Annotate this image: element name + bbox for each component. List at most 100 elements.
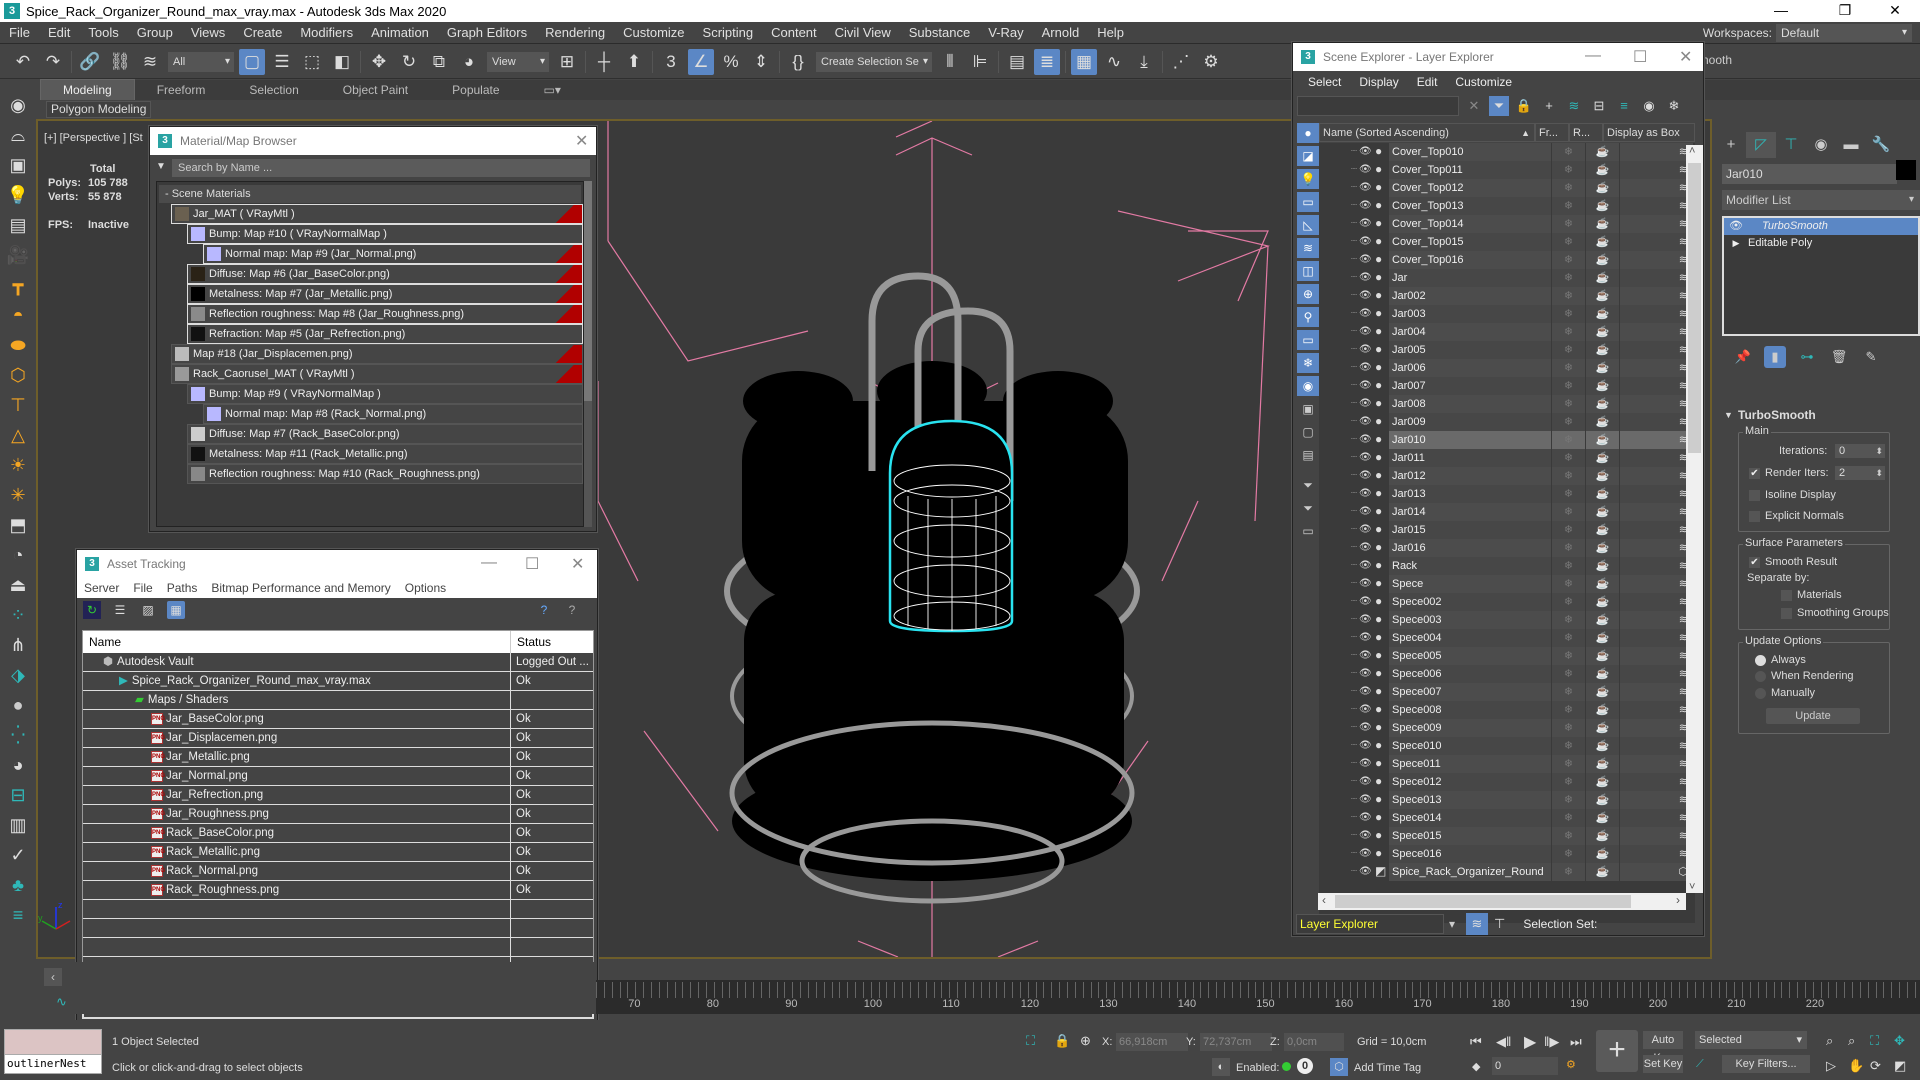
display-as-box-icon[interactable]: ≋ <box>1619 611 1693 629</box>
clear-filter-icon[interactable]: ✕ <box>1464 96 1484 116</box>
context-help-icon[interactable]: ? <box>563 601 581 619</box>
renderable-teapot-icon[interactable]: ☕ <box>1585 161 1619 179</box>
refresh-icon[interactable]: ↻ <box>83 601 101 619</box>
display-as-box-icon[interactable]: ≋ <box>1619 449 1693 467</box>
timeline-ruler[interactable]: 70 80 90 100 110 120 130 140 150 160 170 180 190 200 2… <box>596 980 1920 1014</box>
scale-icon[interactable]: ⧉ <box>426 49 452 75</box>
close-icon[interactable]: ✕ <box>575 131 588 151</box>
ribbon-tab-populate[interactable]: Populate <box>430 80 521 100</box>
visibility-eye-icon[interactable]: 👁 <box>1359 791 1375 809</box>
scene-object-row[interactable]: ┈ 👁 ● Spece008 ❄ ☕ ≋ <box>1319 701 1695 719</box>
collapse-icon[interactable]: ▼ <box>1724 410 1733 420</box>
add-time-tag-label[interactable]: Add Time Tag <box>1354 1062 1421 1074</box>
minimize-icon[interactable]: — <box>1585 47 1601 65</box>
restore-button[interactable]: ❐ <box>1822 0 1868 22</box>
isoline-display-checkbox[interactable] <box>1749 490 1760 501</box>
visibility-eye-icon[interactable]: 👁 <box>1359 647 1375 665</box>
scene-list-horizontal-scrollbar[interactable]: ‹ › <box>1318 893 1686 910</box>
vray-instancer-icon[interactable]: ⁘ <box>0 600 36 630</box>
asset-row[interactable]: ▶ Spice_Rack_Organizer_Round_max_vray.max… <box>83 672 593 691</box>
asset-row[interactable] <box>83 919 593 938</box>
unlink-icon[interactable]: ⛓ <box>107 49 133 75</box>
scene-object-row[interactable]: ┈ 👁 ● Spece002 ❄ ☕ ≋ <box>1319 593 1695 611</box>
display-as-box-icon[interactable]: ≋ <box>1619 809 1693 827</box>
freeze-icon[interactable]: ❄ <box>1551 485 1585 503</box>
vray-sun-icon[interactable]: ☀ <box>0 450 36 480</box>
show-end-result-icon[interactable]: ▮ <box>1764 346 1786 368</box>
display-as-box-icon[interactable]: ≋ <box>1619 161 1693 179</box>
filter-xrefs-icon[interactable]: ⊕ <box>1297 284 1319 304</box>
menu-content[interactable]: Content <box>762 22 826 44</box>
filter-hidden-icon[interactable]: ◉ <box>1297 376 1319 396</box>
display-as-box-icon[interactable]: ≋ <box>1619 557 1693 575</box>
visibility-eye-icon[interactable]: 👁 <box>1359 521 1375 539</box>
freeze-icon[interactable]: ❄ <box>1551 683 1585 701</box>
menu-tools[interactable]: Tools <box>79 22 127 44</box>
scene-object-row[interactable]: ┈ 👁 ● Cover_Top013 ❄ ☕ ≋ <box>1319 197 1695 215</box>
material-item[interactable]: Rack_Caorusel_MAT ( VRayMtl ) <box>171 364 583 384</box>
renderable-teapot-icon[interactable]: ☕ <box>1585 737 1619 755</box>
material-item[interactable]: Normal map: Map #9 (Jar_Normal.png) <box>203 244 583 264</box>
material-item[interactable]: Reflection roughness: Map #10 (Rack_Roug… <box>187 464 583 484</box>
stack-item-turbosmooth[interactable]: 👁 TurboSmooth <box>1724 218 1918 235</box>
filter-funnel-icon[interactable]: ⏷ <box>1297 475 1319 495</box>
asset-row[interactable]: PNG Rack_BaseColor.png Ok <box>83 824 593 843</box>
scene-object-row[interactable]: ┈ 👁 ● Cover_Top011 ❄ ☕ ≋ <box>1319 161 1695 179</box>
maximize-viewport-icon[interactable]: ◩ <box>1894 1058 1906 1074</box>
hierarchy-tab-icon[interactable]: ⊤ <box>1776 132 1806 158</box>
zoom-extents-all-icon[interactable]: ✥ <box>1894 1033 1905 1049</box>
renderable-teapot-icon[interactable]: ☕ <box>1585 665 1619 683</box>
set-key-button[interactable]: Set Key <box>1643 1055 1683 1073</box>
col-freeze-header[interactable]: Fr... <box>1535 123 1569 142</box>
menu-scripting[interactable]: Scripting <box>694 22 763 44</box>
visibility-eye-icon[interactable]: 👁 <box>1359 611 1375 629</box>
scene-object-row[interactable]: ┈ 👁 ● Cover_Top015 ❄ ☕ ≋ <box>1319 233 1695 251</box>
asset-row[interactable]: ⬢ Autodesk Vault Logged Out ... <box>83 653 593 672</box>
freeze-icon[interactable]: ❄ <box>1551 647 1585 665</box>
visibility-eye-icon[interactable]: 👁 <box>1359 575 1375 593</box>
freeze-icon[interactable]: ❄ <box>1551 575 1585 593</box>
object-color-swatch[interactable] <box>1896 160 1916 180</box>
stack-item-editable-poly[interactable]: ▶ Editable Poly <box>1724 235 1918 252</box>
asset-row[interactable] <box>83 900 593 919</box>
freeze-icon[interactable]: ❄ <box>1551 521 1585 539</box>
renderable-teapot-icon[interactable]: ☕ <box>1585 773 1619 791</box>
redo-icon[interactable]: ↷ <box>40 49 66 75</box>
scrollbar-thumb[interactable] <box>584 181 592 401</box>
scene-object-row[interactable]: ┈ 👁 ● Spece010 ❄ ☕ ≋ <box>1319 737 1695 755</box>
set-keys-icon[interactable]: + <box>1596 1030 1638 1072</box>
scene-object-row[interactable]: ┈ 👁 ● Jar015 ❄ ☕ ≋ <box>1319 521 1695 539</box>
display-as-box-icon[interactable]: ≋ <box>1619 845 1693 863</box>
scene-object-row[interactable]: ┈ 👁 ● Jar012 ❄ ☕ ≋ <box>1319 467 1695 485</box>
col-name-header[interactable]: Name (Sorted Ascending) ▲ <box>1319 123 1535 142</box>
freeze-icon[interactable]: ❄ <box>1551 251 1585 269</box>
scene-object-row[interactable]: ┈ 👁 ● Cover_Top010 ❄ ☕ ≋ <box>1319 143 1695 161</box>
toggle-ribbon-icon[interactable]: ▦ <box>1071 48 1097 75</box>
scene-object-row[interactable]: ┈ 👁 ● Cover_Top014 ❄ ☕ ≋ <box>1319 215 1695 233</box>
close-icon[interactable]: ✕ <box>1679 47 1692 67</box>
scene-object-row[interactable]: ┈ 👁 ● Spece013 ❄ ☕ ≋ <box>1319 791 1695 809</box>
vray-ambient-light-icon[interactable]: △ <box>0 420 36 450</box>
menu-vray[interactable]: V-Ray <box>979 22 1032 44</box>
configure-modifier-sets-icon[interactable]: ✎ <box>1860 346 1882 368</box>
visibility-eye-icon[interactable]: 👁 <box>1359 161 1375 179</box>
visibility-eye-icon[interactable]: 👁 <box>1359 665 1375 683</box>
visibility-eye-icon[interactable]: 👁 <box>1359 449 1375 467</box>
renderable-teapot-icon[interactable]: ☕ <box>1585 305 1619 323</box>
display-as-box-icon[interactable]: ≋ <box>1619 467 1693 485</box>
scene-object-row[interactable]: ┈ 👁 ● Spece009 ❄ ☕ ≋ <box>1319 719 1695 737</box>
scene-object-row[interactable]: ┈ 👁 ● Jar013 ❄ ☕ ≋ <box>1319 485 1695 503</box>
scroll-right-icon[interactable]: › <box>1676 893 1680 907</box>
renderable-teapot-icon[interactable]: ☕ <box>1585 377 1619 395</box>
scene-object-row[interactable]: ┈ 👁 ● Spece012 ❄ ☕ ≋ <box>1319 773 1695 791</box>
create-layer-icon[interactable]: + <box>1539 96 1559 116</box>
filter-none-icon[interactable]: ▢ <box>1297 422 1319 442</box>
scene-object-row[interactable]: ┈ 👁 ● Spece006 ❄ ☕ ≋ <box>1319 665 1695 683</box>
radio-always[interactable] <box>1755 655 1766 666</box>
display-as-box-icon[interactable]: ≋ <box>1619 215 1693 233</box>
modify-tab-icon[interactable]: ◸ <box>1746 132 1776 158</box>
pivot-center-icon[interactable]: ⊞ <box>554 49 580 75</box>
update-button[interactable]: Update <box>1766 708 1860 724</box>
mirror-icon[interactable]: ⫴ <box>937 49 963 75</box>
freeze-icon[interactable]: ❄ <box>1551 449 1585 467</box>
